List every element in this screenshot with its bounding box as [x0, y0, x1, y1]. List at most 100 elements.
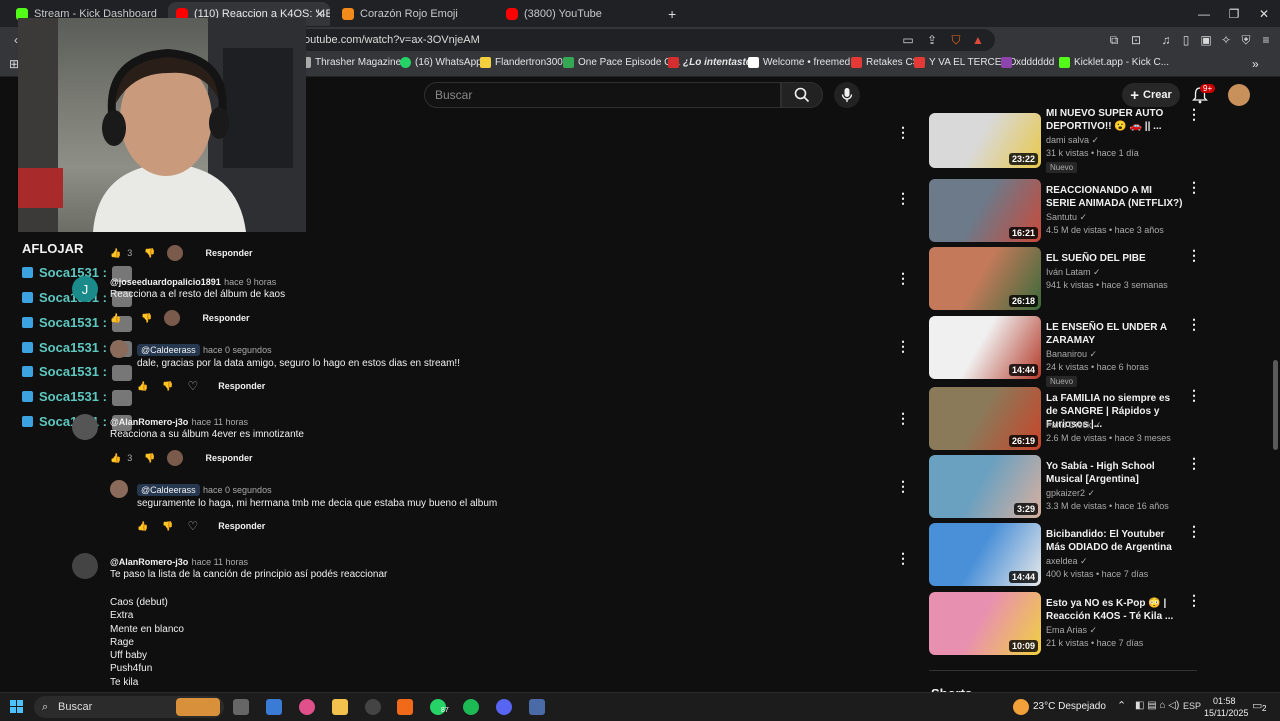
- more-options-icon[interactable]: ⋮: [896, 190, 910, 207]
- voice-search-button[interactable]: [834, 82, 860, 108]
- video-thumbnail[interactable]: 26:18: [929, 247, 1041, 310]
- cast-icon[interactable]: ▭: [900, 32, 916, 48]
- reply-author-chip[interactable]: @Caldeerass: [137, 344, 200, 356]
- like-icon[interactable]: 👍: [137, 521, 148, 532]
- search-input[interactable]: Buscar: [424, 82, 781, 108]
- close-window-icon[interactable]: ✕: [1248, 0, 1280, 27]
- wallet-icon[interactable]: ▣: [1198, 32, 1214, 48]
- app-icon[interactable]: [299, 699, 315, 715]
- brave-shield-icon[interactable]: ⛉: [948, 32, 964, 48]
- comment-author[interactable]: @AlanRomero-j3o: [110, 557, 188, 567]
- video-title[interactable]: Bicibandido: El Youtuber Más ODIADO de A…: [1046, 528, 1184, 554]
- bookmark-whatsapp[interactable]: (16) WhatsApp: [400, 57, 482, 68]
- language-indicator[interactable]: ESP: [1183, 701, 1201, 711]
- video-title[interactable]: Esto ya NO es K-Pop 😳 | Reacción K4OS - …: [1046, 597, 1184, 623]
- search-button[interactable]: [781, 82, 823, 108]
- dislike-icon[interactable]: 👎: [144, 453, 155, 464]
- heart-icon[interactable]: ♡: [187, 519, 198, 533]
- minimize-icon[interactable]: —: [1188, 0, 1220, 27]
- reply-button[interactable]: Responder: [205, 248, 252, 258]
- video-channel[interactable]: axeldea ✓: [1046, 555, 1088, 568]
- create-button[interactable]: + Crear: [1122, 83, 1180, 107]
- notification-center-icon[interactable]: ▭: [1252, 699, 1262, 712]
- more-options-icon[interactable]: ⋮: [1187, 316, 1201, 333]
- file-explorer-icon[interactable]: [332, 699, 348, 715]
- new-tab-button[interactable]: +: [660, 2, 680, 26]
- video-thumbnail[interactable]: 3:29: [929, 455, 1041, 518]
- screenshot-icon[interactable]: ⊡: [1128, 32, 1144, 48]
- more-options-icon[interactable]: ⋮: [896, 338, 910, 355]
- video-title[interactable]: Yo Sabía - High School Musical [Argentin…: [1046, 460, 1184, 486]
- reply-avatar[interactable]: [110, 340, 128, 358]
- clock-time[interactable]: 01:58: [1213, 696, 1236, 706]
- more-options-icon[interactable]: ⋮: [896, 410, 910, 427]
- reply-author-chip[interactable]: @Caldeerass: [137, 484, 200, 496]
- more-options-icon[interactable]: ⋮: [1187, 179, 1201, 196]
- like-icon[interactable]: 👍: [110, 453, 121, 464]
- comment-time[interactable]: hace 11 horas: [192, 417, 248, 427]
- video-channel[interactable]: Iván Latam ✓: [1046, 266, 1101, 279]
- video-thumbnail[interactable]: 14:44: [929, 523, 1041, 586]
- more-options-icon[interactable]: ⋮: [896, 550, 910, 567]
- scrollbar-thumb[interactable]: [1273, 360, 1278, 450]
- reply-button[interactable]: Responder: [205, 453, 252, 463]
- more-bookmarks-icon[interactable]: »: [1252, 57, 1259, 71]
- like-icon[interactable]: 👍: [137, 381, 148, 392]
- comment-author[interactable]: @AlanRomero-j3o: [110, 417, 188, 427]
- close-icon[interactable]: ✕: [315, 8, 324, 21]
- video-channel[interactable]: gpkaizer2 ✓: [1046, 487, 1095, 500]
- leo-icon[interactable]: ✧: [1218, 32, 1234, 48]
- bookmark-one-pace[interactable]: One Pace Episode G...: [563, 57, 680, 68]
- bookmark-retakes[interactable]: Retakes CS: [851, 57, 919, 68]
- reply-button[interactable]: Responder: [218, 521, 265, 531]
- notifications-button[interactable]: 9+: [1191, 84, 1216, 107]
- chevron-up-icon[interactable]: ⌃: [1117, 699, 1126, 712]
- commenter-avatar[interactable]: [72, 414, 98, 440]
- obs-icon[interactable]: [365, 699, 381, 715]
- dislike-icon[interactable]: 👎: [141, 313, 152, 324]
- restore-icon[interactable]: ❐: [1218, 0, 1250, 27]
- more-options-icon[interactable]: ⋮: [1187, 455, 1201, 472]
- video-thumbnail[interactable]: 23:22: [929, 113, 1041, 168]
- dislike-icon[interactable]: 👎: [162, 521, 173, 532]
- weather-text[interactable]: 23°C Despejado: [1033, 701, 1106, 712]
- more-options-icon[interactable]: ⋮: [1187, 592, 1201, 609]
- rewards-icon[interactable]: ▲: [970, 32, 986, 48]
- video-thumbnail[interactable]: 26:19: [929, 387, 1041, 450]
- reply-button[interactable]: Responder: [218, 381, 265, 391]
- tab-corazon-emoji[interactable]: Corazón Rojo Emoji: [334, 2, 494, 26]
- like-icon[interactable]: 👍: [110, 248, 121, 259]
- heart-icon[interactable]: ♡: [187, 379, 198, 393]
- video-channel[interactable]: Ema Arias ✓: [1046, 624, 1097, 637]
- video-title[interactable]: MI NUEVO SUPER AUTO DEPORTIVO!! 😮 🚗 || .…: [1046, 107, 1184, 133]
- video-thumbnail[interactable]: 14:44: [929, 316, 1041, 379]
- video-channel[interactable]: dami salva ✓: [1046, 134, 1099, 147]
- more-options-icon[interactable]: ⋮: [1187, 387, 1201, 404]
- clock-date[interactable]: 15/11/2025: [1204, 708, 1248, 718]
- more-options-icon[interactable]: ⋮: [1187, 106, 1201, 123]
- comment-author[interactable]: @joseeduardopalicio1891: [110, 277, 221, 287]
- tab-youtube-home[interactable]: (3800) YouTube: [498, 2, 658, 26]
- video-channel[interactable]: Farid Dieck ✓: [1046, 419, 1102, 432]
- comment-time[interactable]: hace 0 segundos: [203, 345, 272, 355]
- more-options-icon[interactable]: ⋮: [896, 270, 910, 287]
- like-icon[interactable]: 👍: [110, 313, 121, 324]
- windows-start-icon[interactable]: [10, 700, 23, 713]
- discord-icon[interactable]: [496, 699, 512, 715]
- more-options-icon[interactable]: ⋮: [1187, 523, 1201, 540]
- store-icon[interactable]: [266, 699, 282, 715]
- taskbar-search[interactable]: ⌕ Buscar: [34, 696, 224, 718]
- comment-time[interactable]: hace 0 segundos: [203, 485, 272, 495]
- reply-avatar[interactable]: [110, 480, 128, 498]
- sidebar-icon[interactable]: ▯: [1178, 32, 1194, 48]
- video-channel[interactable]: Bananirou ✓: [1046, 348, 1097, 361]
- video-title[interactable]: LE ENSEÑO EL UNDER A ZARAMAY: [1046, 321, 1184, 347]
- comment-time[interactable]: hace 11 horas: [192, 557, 248, 567]
- tray-icons[interactable]: ◧ ▤ ⌂ ◁): [1135, 700, 1179, 711]
- commenter-avatar[interactable]: [72, 553, 98, 579]
- bookmark-xdddddd[interactable]: xdddddd: [1001, 57, 1054, 68]
- dislike-icon[interactable]: 👎: [162, 381, 173, 392]
- brave-icon[interactable]: [397, 699, 413, 715]
- more-options-icon[interactable]: ⋮: [1187, 247, 1201, 264]
- bookmark-freemed[interactable]: Welcome • freemed...: [748, 57, 859, 68]
